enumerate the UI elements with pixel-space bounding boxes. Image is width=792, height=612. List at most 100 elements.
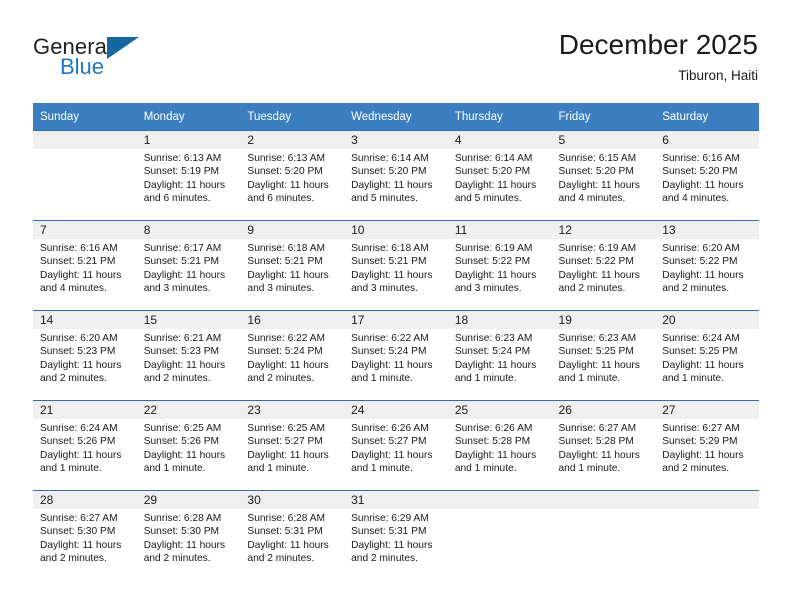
daylight-text-line2: and 3 minutes. bbox=[247, 282, 315, 294]
day-number: 11 bbox=[447, 221, 552, 239]
daylight-text-line1: Daylight: 11 hours bbox=[351, 449, 433, 461]
calendar-day-cell[interactable]: 1 Sunrise: 6:13 AM Sunset: 5:19 PM Daylight… bbox=[136, 130, 241, 221]
daylight-text-line1: Daylight: 11 hours bbox=[454, 449, 537, 461]
day-number: 28 bbox=[33, 491, 137, 509]
daylight-text-line2: and 2 minutes. bbox=[40, 372, 107, 384]
daylight-text-line2: and 1 minute. bbox=[454, 372, 517, 384]
calendar-day-cell[interactable]: 31 Sunrise: 6:29 AM Sunset: 5:31 PM Dayligh… bbox=[344, 490, 448, 580]
sunrise-text: Sunrise: 6:19 AM bbox=[558, 243, 637, 254]
sunrise-text: Sunrise: 6:22 AM bbox=[351, 333, 429, 344]
calendar-day-cell[interactable]: 13 Sunrise: 6:20 AM Sunset: 5:22 PM Dayligh… bbox=[655, 220, 759, 311]
calendar-day-cell[interactable]: 28 Sunrise: 6:27 AM Sunset: 5:30 PM Dayligh… bbox=[33, 490, 137, 580]
calendar-day-cell-empty bbox=[447, 490, 552, 580]
calendar-day-cell[interactable]: 7 Sunrise: 6:16 AM Sunset: 5:21 PM Daylight… bbox=[33, 220, 137, 311]
sunrise-text: Sunrise: 6:24 AM bbox=[662, 333, 740, 344]
daylight-text-line1: Daylight: 11 hours bbox=[143, 269, 226, 281]
calendar-day-cell[interactable]: 21 Sunrise: 6:24 AM Sunset: 5:26 PM Dayligh… bbox=[33, 400, 137, 491]
page-title: December 2025 bbox=[558, 29, 758, 60]
daylight-text-line1: Daylight: 11 hours bbox=[40, 269, 122, 281]
sunset-text: Sunset: 5:28 PM bbox=[454, 436, 531, 448]
calendar-day-cell[interactable]: 24 Sunrise: 6:26 AM Sunset: 5:27 PM Dayligh… bbox=[344, 400, 448, 491]
day-details: Sunrise: 6:25 AM Sunset: 5:27 PM Daylight:… bbox=[240, 419, 344, 475]
daylight-text-line2: and 1 minute. bbox=[662, 372, 724, 384]
day-number: 22 bbox=[136, 401, 241, 419]
day-number: 6 bbox=[655, 131, 759, 149]
calendar-day-cell[interactable]: 25 Sunrise: 6:26 AM Sunset: 5:28 PM Dayligh… bbox=[447, 400, 552, 491]
day-details: Sunrise: 6:14 AM Sunset: 5:20 PM Daylight:… bbox=[448, 149, 552, 205]
calendar-day-cell[interactable]: 12 Sunrise: 6:19 AM Sunset: 5:22 PM Dayligh… bbox=[551, 220, 656, 311]
calendar-day-cell[interactable]: 19 Sunrise: 6:23 AM Sunset: 5:25 PM Dayligh… bbox=[551, 310, 656, 401]
calendar-week-row: 14 Sunrise: 6:20 AM Sunset: 5:23 PM Dayligh… bbox=[33, 310, 759, 401]
day-number: 15 bbox=[136, 311, 241, 329]
daylight-text-line2: and 1 minute. bbox=[143, 462, 206, 474]
sunset-text: Sunset: 5:23 PM bbox=[40, 346, 116, 358]
weekday-header-saturday: Saturday bbox=[655, 103, 759, 131]
daylight-text-line2: and 3 minutes. bbox=[143, 282, 211, 294]
daylight-text-line2: and 1 minute. bbox=[351, 372, 413, 384]
daylight-text-line2: and 2 minutes. bbox=[247, 552, 315, 564]
calendar-day-cell[interactable]: 6 Sunrise: 6:16 AM Sunset: 5:20 PM Daylight… bbox=[655, 130, 759, 221]
sunset-text: Sunset: 5:24 PM bbox=[351, 346, 427, 358]
sunset-text: Sunset: 5:25 PM bbox=[662, 346, 738, 358]
calendar-day-cell-empty bbox=[33, 130, 137, 221]
daylight-text-line1: Daylight: 11 hours bbox=[143, 359, 226, 371]
day-details: Sunrise: 6:27 AM Sunset: 5:29 PM Daylight:… bbox=[655, 419, 759, 475]
daylight-text-line1: Daylight: 11 hours bbox=[247, 539, 329, 551]
calendar-day-cell[interactable]: 23 Sunrise: 6:25 AM Sunset: 5:27 PM Dayligh… bbox=[240, 400, 345, 491]
day-number: 3 bbox=[344, 131, 448, 149]
page-subtitle-location: Tiburon, Haiti bbox=[678, 68, 758, 83]
daylight-text-line1: Daylight: 11 hours bbox=[558, 179, 640, 191]
calendar-day-cell[interactable]: 20 Sunrise: 6:24 AM Sunset: 5:25 PM Dayligh… bbox=[655, 310, 759, 401]
day-details: Sunrise: 6:28 AM Sunset: 5:30 PM Daylight:… bbox=[137, 509, 241, 565]
daylight-text-line2: and 1 minute. bbox=[351, 462, 413, 474]
sunrise-text: Sunrise: 6:23 AM bbox=[558, 333, 637, 344]
sunset-text: Sunset: 5:20 PM bbox=[351, 166, 427, 178]
day-details: Sunrise: 6:16 AM Sunset: 5:21 PM Daylight:… bbox=[33, 239, 137, 295]
daylight-text-line2: and 1 minute. bbox=[558, 372, 621, 384]
sunrise-text: Sunrise: 6:20 AM bbox=[662, 243, 740, 254]
daylight-text-line1: Daylight: 11 hours bbox=[558, 359, 640, 371]
daylight-text-line2: and 4 minutes. bbox=[662, 192, 730, 204]
calendar-day-cell[interactable]: 29 Sunrise: 6:28 AM Sunset: 5:30 PM Dayligh… bbox=[136, 490, 241, 580]
daylight-text-line1: Daylight: 11 hours bbox=[247, 449, 329, 461]
calendar-day-cell[interactable]: 10 Sunrise: 6:18 AM Sunset: 5:21 PM Dayligh… bbox=[344, 220, 448, 311]
sunrise-text: Sunrise: 6:16 AM bbox=[40, 243, 118, 254]
calendar-day-cell[interactable]: 18 Sunrise: 6:23 AM Sunset: 5:24 PM Dayligh… bbox=[447, 310, 552, 401]
day-number: 25 bbox=[447, 401, 552, 419]
day-details: Sunrise: 6:28 AM Sunset: 5:31 PM Daylight:… bbox=[240, 509, 344, 565]
daylight-text-line2: and 2 minutes. bbox=[351, 552, 418, 564]
sunrise-text: Sunrise: 6:17 AM bbox=[143, 243, 222, 254]
calendar-day-cell[interactable]: 14 Sunrise: 6:20 AM Sunset: 5:23 PM Dayligh… bbox=[33, 310, 137, 401]
calendar-week-row: 7 Sunrise: 6:16 AM Sunset: 5:21 PM Daylight… bbox=[33, 220, 759, 311]
calendar-day-cell[interactable]: 30 Sunrise: 6:28 AM Sunset: 5:31 PM Dayligh… bbox=[240, 490, 345, 580]
calendar-day-cell[interactable]: 27 Sunrise: 6:27 AM Sunset: 5:29 PM Dayligh… bbox=[655, 400, 759, 491]
calendar-day-cell[interactable]: 8 Sunrise: 6:17 AM Sunset: 5:21 PM Daylight… bbox=[136, 220, 241, 311]
sunrise-text: Sunrise: 6:28 AM bbox=[247, 513, 325, 524]
calendar-day-cell[interactable]: 5 Sunrise: 6:15 AM Sunset: 5:20 PM Daylight… bbox=[551, 130, 656, 221]
calendar-day-cell[interactable]: 16 Sunrise: 6:22 AM Sunset: 5:24 PM Dayligh… bbox=[240, 310, 345, 401]
daylight-text-line2: and 2 minutes. bbox=[662, 282, 730, 294]
daylight-text-line2: and 2 minutes. bbox=[143, 372, 211, 384]
day-details: Sunrise: 6:15 AM Sunset: 5:20 PM Daylight:… bbox=[552, 149, 656, 205]
sunrise-text: Sunrise: 6:20 AM bbox=[40, 333, 118, 344]
calendar-day-cell[interactable]: 15 Sunrise: 6:21 AM Sunset: 5:23 PM Dayligh… bbox=[136, 310, 241, 401]
calendar-day-cell[interactable]: 2 Sunrise: 6:13 AM Sunset: 5:20 PM Daylight… bbox=[240, 130, 345, 221]
calendar-day-cell[interactable]: 4 Sunrise: 6:14 AM Sunset: 5:20 PM Daylight… bbox=[447, 130, 552, 221]
calendar-header-row: Sunday Monday Tuesday Wednesday Thursday… bbox=[33, 103, 759, 131]
calendar-day-cell[interactable]: 26 Sunrise: 6:27 AM Sunset: 5:28 PM Dayligh… bbox=[551, 400, 656, 491]
day-number: 10 bbox=[344, 221, 448, 239]
daylight-text-line1: Daylight: 11 hours bbox=[662, 179, 744, 191]
general-blue-logo[interactable]: General Blue bbox=[33, 34, 203, 84]
daylight-text-line2: and 6 minutes. bbox=[143, 192, 211, 204]
calendar-day-cell[interactable]: 17 Sunrise: 6:22 AM Sunset: 5:24 PM Dayligh… bbox=[344, 310, 448, 401]
sunset-text: Sunset: 5:27 PM bbox=[247, 436, 323, 448]
calendar-day-cell[interactable]: 22 Sunrise: 6:25 AM Sunset: 5:26 PM Dayligh… bbox=[136, 400, 241, 491]
daylight-text-line2: and 2 minutes. bbox=[247, 372, 315, 384]
calendar-day-cell[interactable]: 11 Sunrise: 6:19 AM Sunset: 5:22 PM Dayligh… bbox=[447, 220, 552, 311]
day-number: 2 bbox=[240, 131, 345, 149]
calendar-day-cell[interactable]: 9 Sunrise: 6:18 AM Sunset: 5:21 PM Daylight… bbox=[240, 220, 345, 311]
calendar-day-cell[interactable]: 3 Sunrise: 6:14 AM Sunset: 5:20 PM Daylight… bbox=[344, 130, 448, 221]
daylight-text-line2: and 1 minute. bbox=[558, 462, 621, 474]
sunrise-text: Sunrise: 6:24 AM bbox=[40, 423, 118, 434]
sunrise-text: Sunrise: 6:19 AM bbox=[454, 243, 533, 254]
